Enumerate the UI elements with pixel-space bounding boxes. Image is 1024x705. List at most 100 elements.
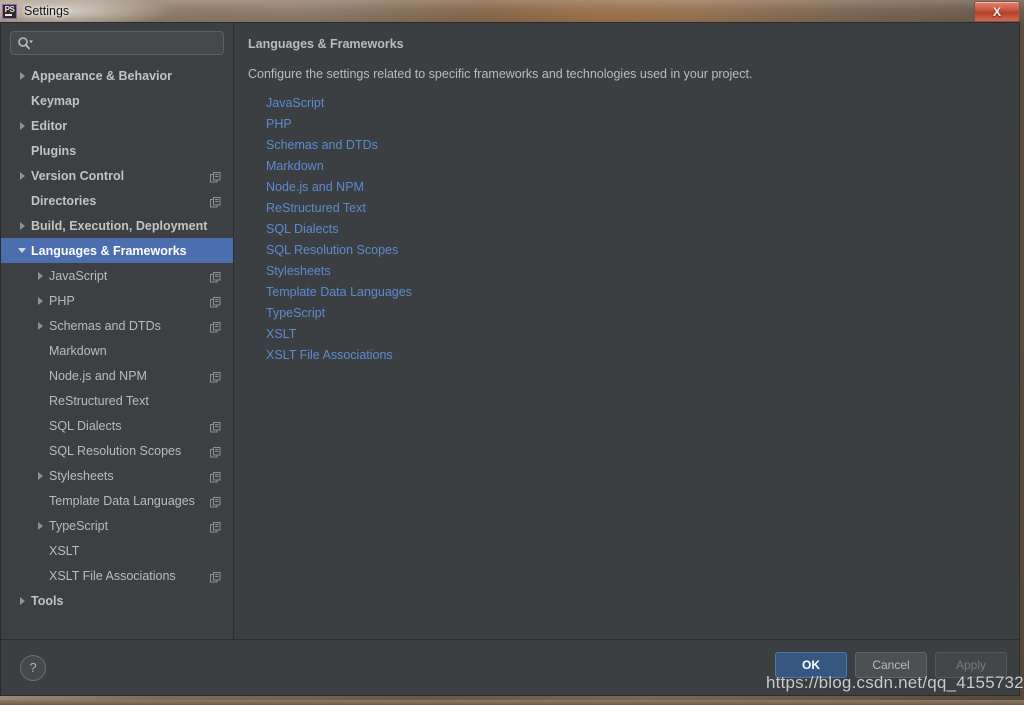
framework-link-xslt[interactable]: XSLT xyxy=(266,324,296,345)
sidebar-item-xslt-file-associations[interactable]: XSLT File Associations xyxy=(1,563,233,588)
project-scope-badge-icon xyxy=(210,470,221,483)
cancel-button[interactable]: Cancel xyxy=(855,652,927,678)
sidebar-item-stylesheets[interactable]: Stylesheets xyxy=(1,463,233,488)
sidebar-item-editor[interactable]: Editor xyxy=(1,113,233,138)
window-title: Settings xyxy=(24,4,70,18)
chevron-right-icon[interactable] xyxy=(31,471,49,480)
framework-link-schemas-and-dtds[interactable]: Schemas and DTDs xyxy=(266,135,378,156)
sidebar-item-directories[interactable]: Directories xyxy=(1,188,233,213)
sidebar-item-label: SQL Dialects xyxy=(49,418,122,433)
sidebar-item-label: Tools xyxy=(31,593,64,608)
framework-link-sql-dialects[interactable]: SQL Dialects xyxy=(266,219,338,240)
sidebar-item-label: Plugins xyxy=(31,143,77,158)
sidebar-item-label: Keymap xyxy=(31,93,80,108)
content-panel: Languages & Frameworks Configure the set… xyxy=(234,23,1019,639)
framework-link-stylesheets[interactable]: Stylesheets xyxy=(266,261,331,282)
sidebar-item-build-execution-deployment[interactable]: Build, Execution, Deployment xyxy=(1,213,233,238)
sidebar-item-sql-resolution-scopes[interactable]: SQL Resolution Scopes xyxy=(1,438,233,463)
settings-tree[interactable]: Appearance & Behavior Keymap Editor Plugins… xyxy=(1,61,233,639)
chevron-right-icon[interactable] xyxy=(31,321,49,330)
sidebar-item-template-data-languages[interactable]: Template Data Languages xyxy=(1,488,233,513)
chevron-right-icon[interactable] xyxy=(13,121,31,130)
sidebar-item-label: TypeScript xyxy=(49,518,109,533)
framework-link-typescript[interactable]: TypeScript xyxy=(266,303,325,324)
settings-window: PS Settings X Appearance & Behavior Keym… xyxy=(0,0,1024,700)
help-icon[interactable]: ? xyxy=(20,654,46,681)
project-scope-badge-icon xyxy=(210,195,221,208)
sidebar-item-javascript[interactable]: JavaScript xyxy=(1,263,233,288)
chevron-right-icon[interactable] xyxy=(13,221,31,230)
sidebar-item-label: ReStructured Text xyxy=(49,393,149,408)
sidebar-item-label: Directories xyxy=(31,193,97,208)
project-scope-badge-icon xyxy=(210,320,221,333)
project-scope-badge-icon xyxy=(210,295,221,308)
framework-link-php[interactable]: PHP xyxy=(266,114,292,135)
sidebar-item-plugins[interactable]: Plugins xyxy=(1,138,233,163)
sidebar-item-typescript[interactable]: TypeScript xyxy=(1,513,233,538)
chevron-right-icon[interactable] xyxy=(31,271,49,280)
chevron-right-icon[interactable] xyxy=(13,171,31,180)
settings-dialog: Appearance & Behavior Keymap Editor Plugins… xyxy=(0,22,1020,696)
page-title: Languages & Frameworks xyxy=(248,37,404,51)
project-scope-badge-icon xyxy=(210,170,221,183)
sidebar-item-appearance-behavior[interactable]: Appearance & Behavior xyxy=(1,63,233,88)
framework-link-restructured-text[interactable]: ReStructured Text xyxy=(266,198,366,219)
search-icon xyxy=(18,37,33,50)
project-scope-badge-icon xyxy=(210,445,221,458)
sidebar-item-label: XSLT xyxy=(49,543,80,558)
sidebar-item-label: Build, Execution, Deployment xyxy=(31,218,208,233)
framework-link-list: JavaScript PHP Schemas and DTDs Markdown Nod… xyxy=(248,93,1019,366)
sidebar-item-label: Version Control xyxy=(31,168,125,183)
sidebar-item-label: Template Data Languages xyxy=(49,493,195,508)
framework-link-template-data-languages[interactable]: Template Data Languages xyxy=(266,282,412,303)
sidebar-item-label: Node.js and NPM xyxy=(49,368,147,383)
sidebar-item-php[interactable]: PHP xyxy=(1,288,233,313)
chevron-right-icon[interactable] xyxy=(13,596,31,605)
sidebar-item-node-js-and-npm[interactable]: Node.js and NPM xyxy=(1,363,233,388)
sidebar-item-label: Schemas and DTDs xyxy=(49,318,161,333)
sidebar-item-languages-frameworks[interactable]: Languages & Frameworks xyxy=(1,238,233,263)
sidebar-item-sql-dialects[interactable]: SQL Dialects xyxy=(1,413,233,438)
search-container xyxy=(1,23,233,61)
sidebar-item-label: Appearance & Behavior xyxy=(31,68,173,83)
sidebar-item-xslt[interactable]: XSLT xyxy=(1,538,233,563)
framework-link-markdown[interactable]: Markdown xyxy=(266,156,324,177)
sidebar-item-restructured-text[interactable]: ReStructured Text xyxy=(1,388,233,413)
sidebar-item-tools[interactable]: Tools xyxy=(1,588,233,613)
phpstorm-ps-icon: PS xyxy=(2,3,17,19)
sidebar-item-label: XSLT File Associations xyxy=(49,568,176,583)
search-field[interactable] xyxy=(10,31,224,55)
desktop-bottom-strip xyxy=(0,700,1024,705)
sidebar-item-markdown[interactable]: Markdown xyxy=(1,338,233,363)
project-scope-badge-icon xyxy=(210,495,221,508)
sidebar-item-keymap[interactable]: Keymap xyxy=(1,88,233,113)
sidebar-item-schemas-and-dtds[interactable]: Schemas and DTDs xyxy=(1,313,233,338)
sidebar-item-label: JavaScript xyxy=(49,268,108,283)
dialog-body: Appearance & Behavior Keymap Editor Plugins… xyxy=(1,23,1019,639)
settings-sidebar: Appearance & Behavior Keymap Editor Plugins… xyxy=(1,23,234,639)
chevron-right-icon[interactable] xyxy=(31,521,49,530)
search-input[interactable] xyxy=(37,35,217,51)
sidebar-item-version-control[interactable]: Version Control xyxy=(1,163,233,188)
close-icon[interactable]: X xyxy=(974,1,1020,22)
framework-link-node-js-and-npm[interactable]: Node.js and NPM xyxy=(266,177,364,198)
sidebar-item-label: PHP xyxy=(49,293,75,308)
project-scope-badge-icon xyxy=(210,420,221,433)
chevron-down-icon[interactable] xyxy=(13,248,31,253)
project-scope-badge-icon xyxy=(210,520,221,533)
dialog-button-row: OK Cancel Apply xyxy=(775,652,1007,678)
chevron-right-icon[interactable] xyxy=(31,296,49,305)
framework-link-xslt-file-associations[interactable]: XSLT File Associations xyxy=(266,345,393,366)
title-bar[interactable]: PS Settings X xyxy=(0,0,1024,22)
project-scope-badge-icon xyxy=(210,270,221,283)
apply-button: Apply xyxy=(935,652,1007,678)
sidebar-item-label: SQL Resolution Scopes xyxy=(49,443,182,458)
sidebar-item-label: Editor xyxy=(31,118,68,133)
framework-link-sql-resolution-scopes[interactable]: SQL Resolution Scopes xyxy=(266,240,398,261)
chevron-right-icon[interactable] xyxy=(13,71,31,80)
framework-link-javascript[interactable]: JavaScript xyxy=(266,93,324,114)
sidebar-item-label: Markdown xyxy=(49,343,107,358)
page-description: Configure the settings related to specif… xyxy=(248,67,753,81)
ok-button[interactable]: OK xyxy=(775,652,847,678)
sidebar-item-label: Languages & Frameworks xyxy=(31,243,187,258)
